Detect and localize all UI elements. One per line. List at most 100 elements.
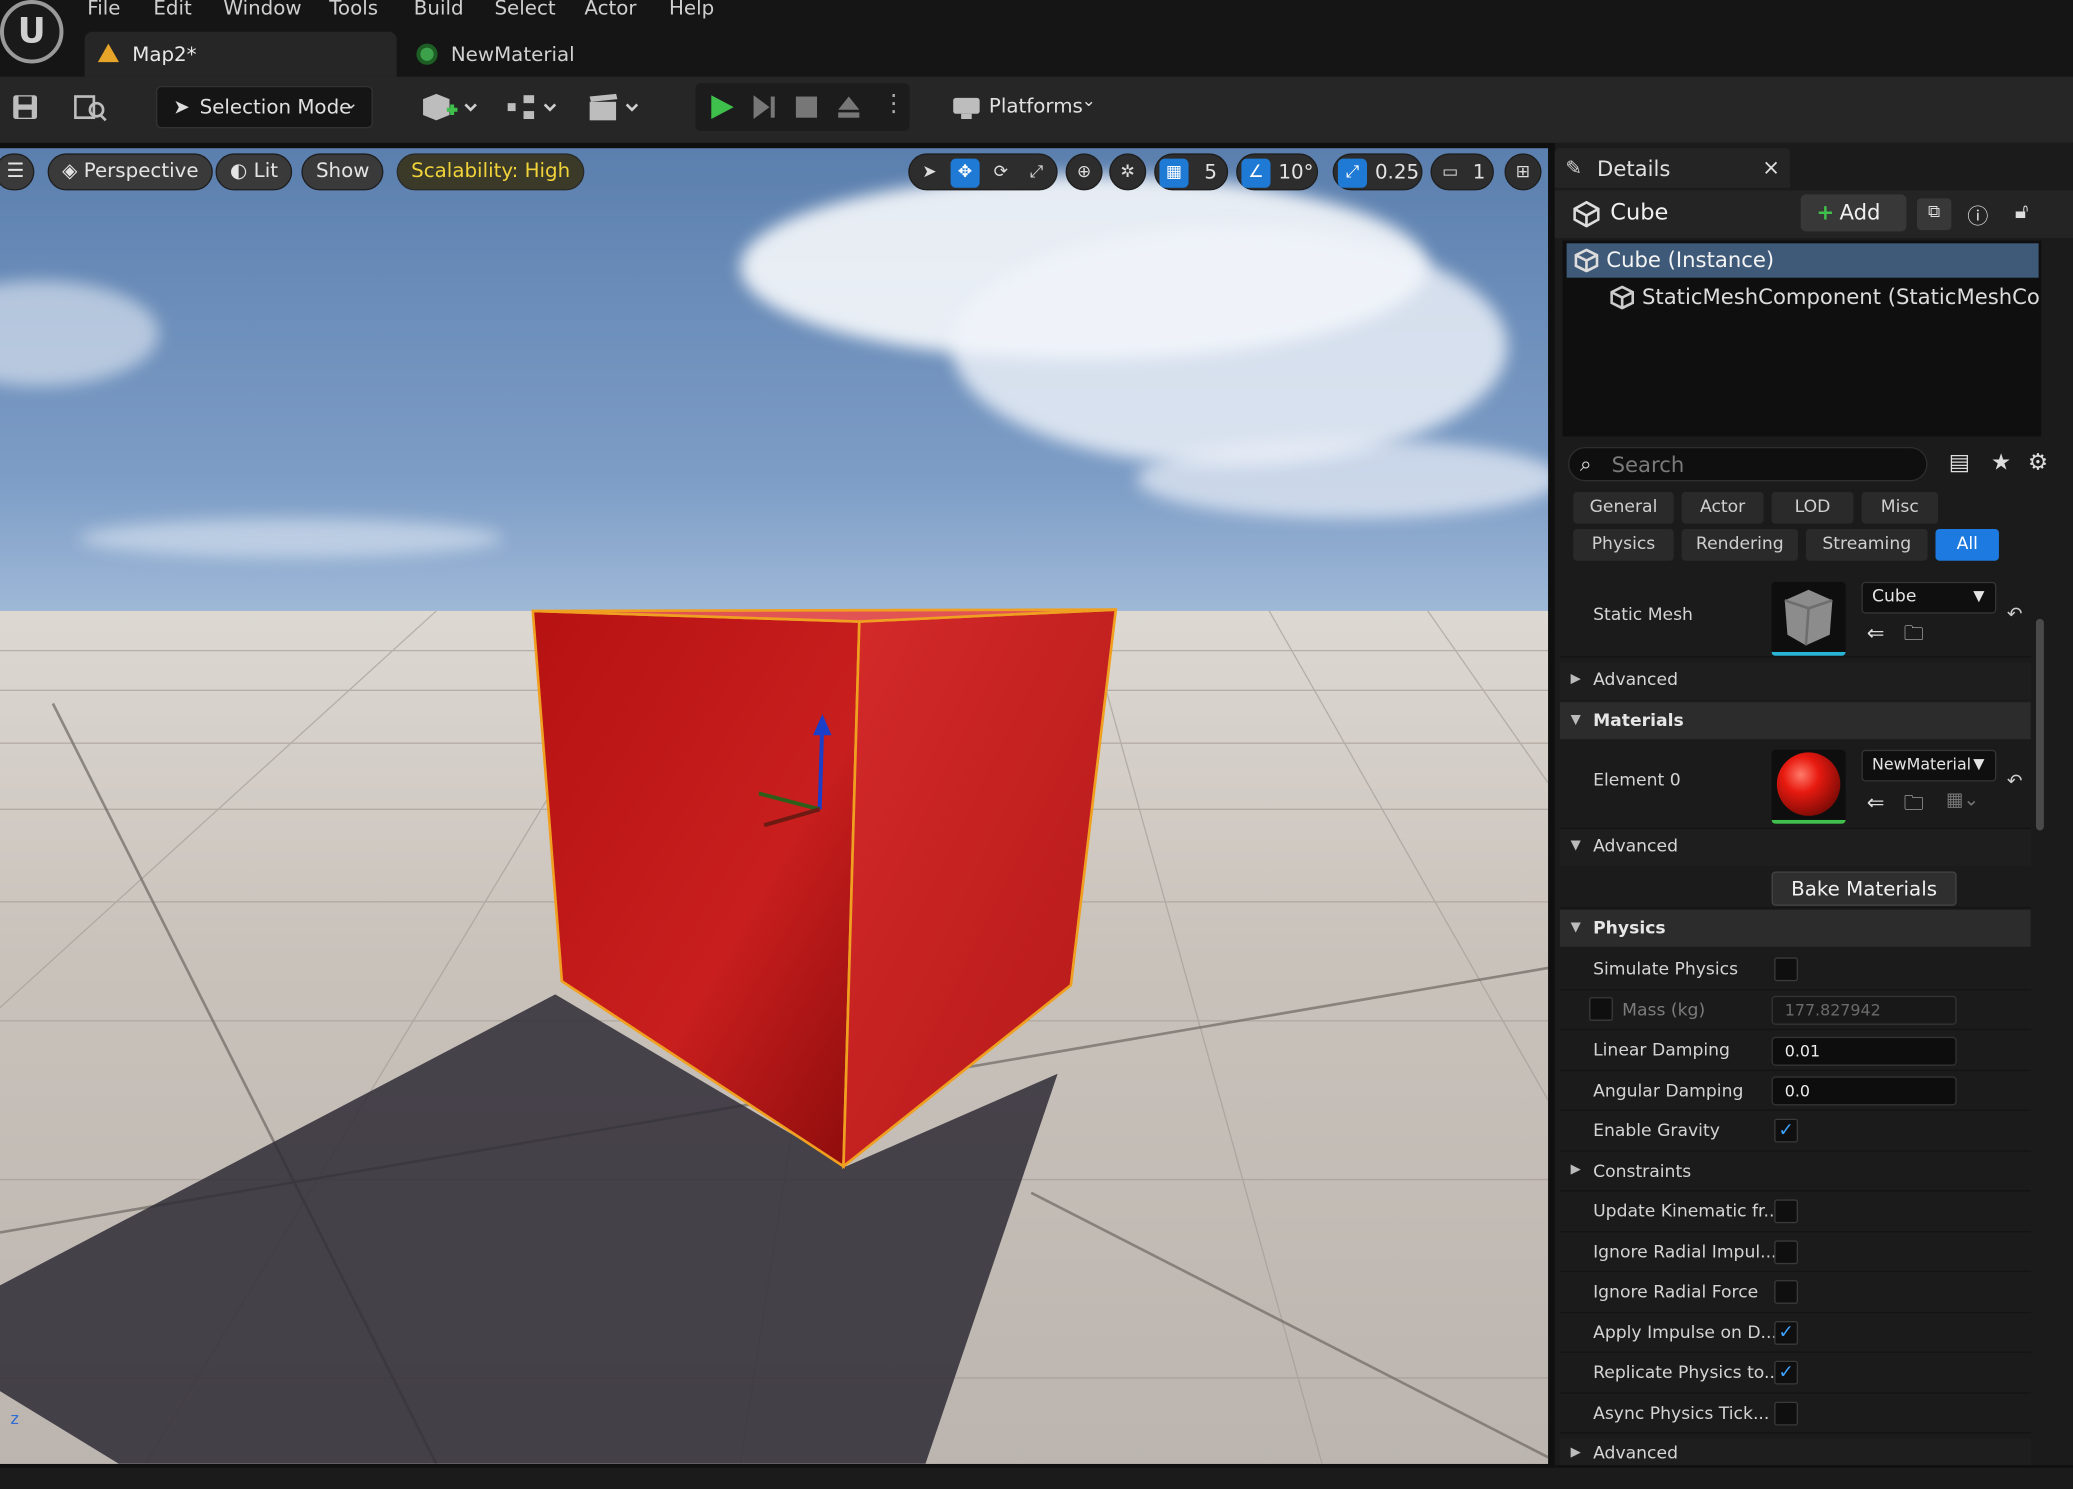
tree-item-static-mesh-component[interactable]: StaticMeshComponent (StaticMeshCompone	[1563, 280, 2041, 314]
menu-actor[interactable]: Actor	[584, 0, 636, 20]
more-options-icon[interactable]: ⋮	[882, 90, 906, 118]
scalability-button[interactable]: Scalability: High	[396, 153, 585, 191]
stop-icon[interactable]	[793, 94, 819, 120]
world-space-toggle[interactable]: ⊕	[1065, 153, 1103, 191]
enable-gravity-checkbox[interactable]: ✓	[1774, 1118, 1799, 1143]
material-dropdown[interactable]: NewMaterial ▼	[1861, 749, 1997, 782]
help-icon[interactable]: ⓘ	[1967, 198, 1988, 230]
menu-window[interactable]: Window	[223, 0, 301, 20]
mesh-advanced-row[interactable]: ▶ Advanced	[1560, 662, 2031, 700]
menu-tools[interactable]: Tools	[329, 0, 378, 20]
cinematics-icon[interactable]	[587, 91, 643, 125]
actor-name[interactable]: Cube	[1610, 200, 1668, 226]
save-icon[interactable]	[12, 94, 38, 120]
selection-mode-dropdown[interactable]: ➤ Selection Mode ⌄	[156, 85, 373, 129]
use-selected-icon[interactable]: ⇐	[1867, 789, 1885, 814]
show-button[interactable]: Show	[301, 153, 385, 191]
star-icon[interactable]: ★	[1991, 450, 2011, 476]
camera-speed[interactable]: ▭ 1	[1430, 153, 1494, 191]
tab-map[interactable]: Map2*	[84, 31, 397, 77]
blueprint-convert-icon[interactable]: ⧉	[1916, 198, 1952, 231]
element-0-row: Element 0 NewMaterial ▼ ⇐ 🗀︎ ▦⌄ ↶	[1560, 742, 2031, 830]
details-tab[interactable]: ✎ Details ×	[1554, 148, 1791, 188]
unreal-logo-icon[interactable]: U	[0, 0, 64, 64]
layout-button[interactable]: ⊞	[1504, 153, 1542, 191]
lit-button[interactable]: ◐ Lit	[215, 153, 293, 191]
update-kinematic-checkbox[interactable]	[1774, 1199, 1799, 1224]
collapse-arrow-icon: ▼	[1570, 712, 1581, 728]
menu-help[interactable]: Help	[669, 0, 714, 20]
mass-override-checkbox[interactable]	[1589, 997, 1613, 1021]
play-icon[interactable]	[709, 94, 735, 120]
scale-tool-icon[interactable]: ⤢	[1022, 159, 1051, 188]
browse-asset-icon[interactable]: 🗀︎	[1904, 789, 1924, 822]
filter-actor[interactable]: Actor	[1681, 491, 1764, 524]
cube-side-face[interactable]	[842, 608, 1118, 1170]
filter-streaming[interactable]: Streaming	[1805, 528, 1928, 561]
filter-misc[interactable]: Misc	[1861, 491, 1939, 524]
replicate-physics-checkbox[interactable]: ✓	[1774, 1360, 1799, 1385]
filter-physics[interactable]: Physics	[1573, 528, 1674, 561]
filter-lod[interactable]: LOD	[1771, 491, 1854, 524]
reset-icon[interactable]: ↶	[2007, 771, 2023, 792]
level-viewport[interactable]: z ☰ ◈ Perspective ◐ Lit Show Scalability…	[0, 148, 1549, 1464]
perspective-button[interactable]: ◈ Perspective	[47, 153, 214, 191]
material-thumbnail[interactable]	[1771, 749, 1846, 824]
gear-icon[interactable]: ⚙	[2028, 450, 2048, 476]
blueprint-icon[interactable]	[505, 91, 561, 125]
scale-snap-icon: ⤢	[1337, 158, 1368, 188]
constraints-label: Constraints	[1593, 1162, 1692, 1183]
static-mesh-thumbnail[interactable]	[1771, 581, 1846, 656]
browse-asset-icon[interactable]: 🗀︎	[1904, 620, 1924, 653]
linear-damping-field[interactable]: 0.01	[1771, 1036, 1957, 1066]
apply-impulse-checkbox[interactable]: ✓	[1774, 1321, 1799, 1345]
ignore-radial-impulse-checkbox[interactable]	[1774, 1240, 1799, 1265]
materials-section[interactable]: ▼ Materials	[1560, 702, 2031, 740]
scale-snap[interactable]: ⤢ 0.25	[1332, 153, 1423, 191]
physics-advanced-row[interactable]: ▶ Advanced	[1560, 1438, 2031, 1466]
bake-materials-button[interactable]: Bake Materials	[1771, 871, 1957, 906]
menu-select[interactable]: Select	[494, 0, 555, 20]
static-mesh-dropdown[interactable]: Cube ▼	[1861, 581, 1997, 614]
table-view-icon[interactable]: ▤	[1949, 450, 1970, 476]
filter-all[interactable]: All	[1935, 528, 1999, 561]
cursor-icon: ➤	[173, 95, 190, 120]
add-component-button[interactable]: + Add	[1800, 194, 1907, 232]
reset-icon[interactable]: ↶	[2007, 604, 2023, 625]
angular-damping-field[interactable]: 0.0	[1771, 1076, 1957, 1106]
ignore-radial-force-checkbox[interactable]	[1774, 1280, 1799, 1304]
use-selected-icon[interactable]: ⇐	[1867, 620, 1885, 645]
simulate-physics-checkbox[interactable]	[1774, 957, 1799, 982]
filter-rendering[interactable]: Rendering	[1681, 528, 1799, 561]
menu-file[interactable]: File	[87, 0, 120, 20]
physics-section-label: Physics	[1593, 919, 1666, 939]
menu-edit[interactable]: Edit	[153, 0, 191, 20]
rotate-tool-icon[interactable]: ⟳	[986, 159, 1015, 188]
tab-map-label: Map2*	[132, 42, 197, 67]
tab-new-material[interactable]: NewMaterial	[405, 32, 669, 77]
translate-tool-icon[interactable]: ✥	[950, 158, 980, 188]
async-physics-checkbox[interactable]	[1774, 1401, 1799, 1426]
eject-icon[interactable]	[836, 94, 862, 120]
physics-section[interactable]: ▼ Physics	[1560, 909, 2031, 947]
menu-build[interactable]: Build	[414, 0, 464, 20]
tree-item-instance[interactable]: Cube (Instance)	[1566, 243, 2039, 278]
checker-icon[interactable]: ▦⌄	[1946, 789, 1979, 810]
browse-level-icon[interactable]	[74, 93, 108, 122]
surface-snap-toggle[interactable]: ✲	[1109, 153, 1147, 191]
platforms-dropdown[interactable]: Platforms ⌄	[949, 83, 1121, 131]
constraints-row[interactable]: ▶ Constraints	[1560, 1152, 2031, 1192]
close-icon[interactable]: ×	[1762, 155, 1780, 180]
play-controls: ⋮	[695, 83, 910, 131]
materials-advanced-row[interactable]: ▼ Advanced	[1560, 829, 2031, 867]
details-scrollbar[interactable]	[2035, 618, 2044, 831]
advance-frame-icon[interactable]	[751, 94, 777, 120]
select-tool-icon[interactable]: ➤	[915, 159, 944, 188]
lock-icon[interactable]: 🔓︎	[2015, 198, 2029, 224]
rotation-snap[interactable]: ∠ 10°	[1236, 153, 1319, 191]
details-search-input[interactable]: ⌕ Search	[1567, 446, 1928, 482]
add-content-icon[interactable]	[420, 91, 478, 125]
grid-snap[interactable]: ▦ 5	[1154, 153, 1229, 191]
ignore-radial-impulse-label: Ignore Radial Impul...	[1593, 1243, 1777, 1263]
filter-general[interactable]: General	[1573, 491, 1674, 524]
